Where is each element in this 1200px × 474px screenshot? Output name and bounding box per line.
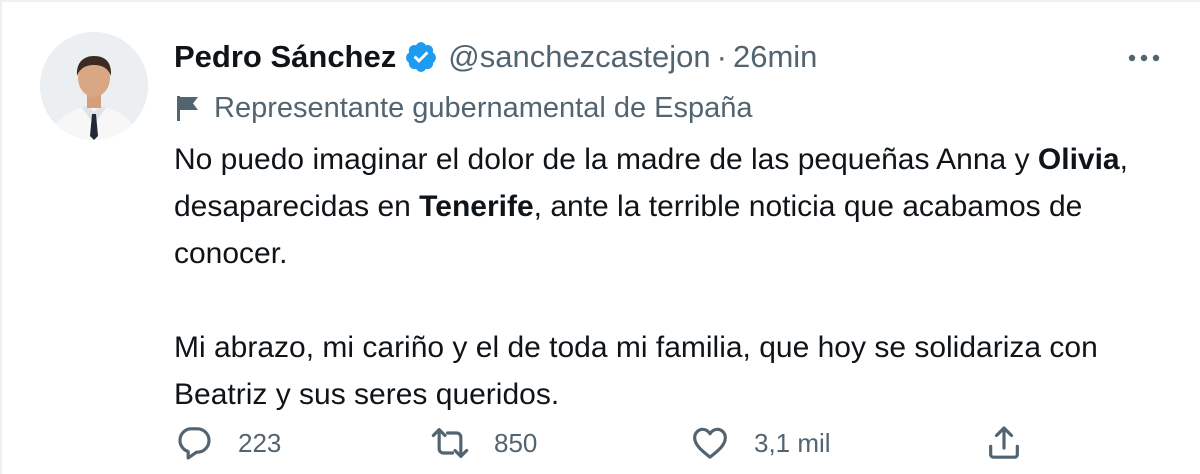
avatar-image xyxy=(40,32,148,140)
author-name[interactable]: Pedro Sánchez xyxy=(174,39,396,75)
reply-button[interactable]: 223 xyxy=(174,418,281,468)
author-avatar[interactable] xyxy=(40,32,148,140)
header-separator: · xyxy=(716,39,727,74)
tweet-actions: 223 850 3,1 mil xyxy=(2,418,1200,468)
retweet-count: 850 xyxy=(494,427,538,458)
verified-badge-icon xyxy=(404,40,438,74)
tweet-text-segment: No puedo imaginar el dolor de la madre d… xyxy=(174,143,1038,176)
government-label-text: Representante gubernamental de España xyxy=(214,91,753,124)
tweet-text-bold: Olivia xyxy=(1037,143,1120,176)
tweet-card[interactable]: Pedro Sánchez @sanchezcastejon · 26min R… xyxy=(0,0,1200,474)
flag-icon xyxy=(174,93,202,123)
tweet-timestamp[interactable]: 26min xyxy=(733,39,817,75)
reply-icon xyxy=(178,427,211,460)
retweet-button[interactable]: 850 xyxy=(430,418,537,468)
government-label[interactable]: Representante gubernamental de España xyxy=(174,88,1164,128)
reply-count: 223 xyxy=(238,427,282,458)
tweet-text-bold: Tenerife xyxy=(419,190,534,223)
author-handle[interactable]: @sanchezcastejon xyxy=(448,39,710,75)
like-button[interactable]: 3,1 mil xyxy=(690,418,831,468)
tweet-text: No puedo imaginar el dolor de la madre d… xyxy=(174,136,1164,277)
share-button[interactable] xyxy=(984,418,1048,468)
like-count: 3,1 mil xyxy=(754,427,831,458)
tweet-text-paragraph-2: Mi abrazo, mi cariño y el de toda mi fam… xyxy=(174,331,1107,411)
more-icon[interactable] xyxy=(1124,40,1164,76)
retweet-icon xyxy=(431,428,469,458)
like-icon xyxy=(693,427,727,459)
share-icon xyxy=(989,426,1019,459)
